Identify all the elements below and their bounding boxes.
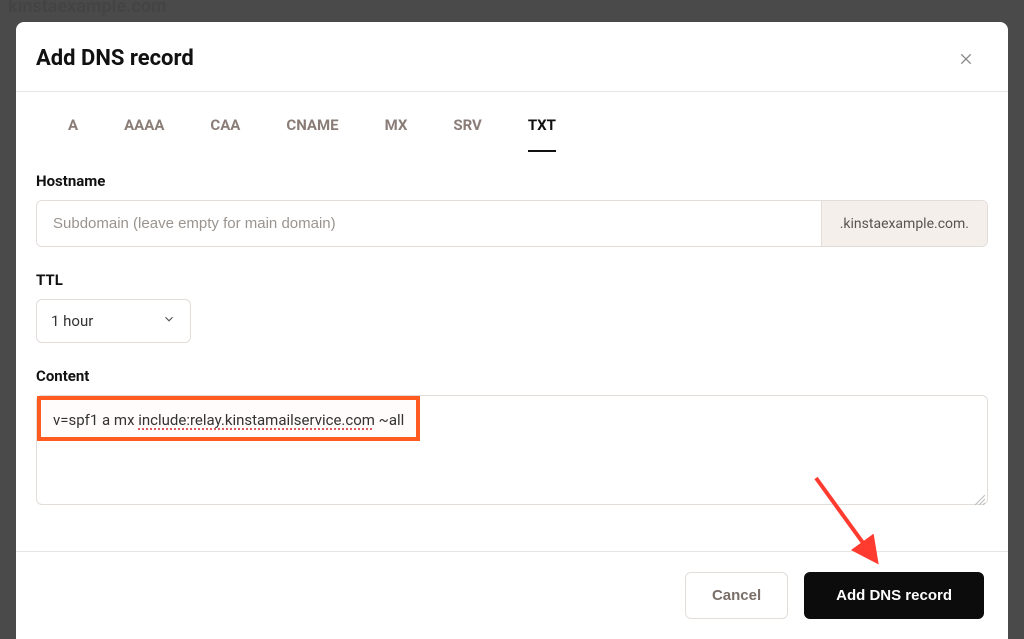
content-field-group: Content v=spf1 a mx include:relay.kinsta…: [36, 367, 988, 505]
add-dns-record-modal: Add DNS record A AAAA CAA CNAME MX SRV T…: [16, 22, 1008, 639]
tab-a[interactable]: A: [68, 116, 78, 152]
tab-txt[interactable]: TXT: [528, 116, 556, 152]
ttl-selected-value: 1 hour: [51, 312, 93, 330]
annotation-highlight-box: v=spf1 a mx include:relay.kinstamailserv…: [37, 396, 420, 441]
ttl-label: TTL: [36, 271, 988, 289]
tab-aaaa[interactable]: AAAA: [124, 116, 164, 152]
tab-caa[interactable]: CAA: [210, 116, 240, 152]
tab-cname[interactable]: CNAME: [286, 116, 338, 152]
hostname-suffix: .kinstaexample.com.: [821, 201, 987, 246]
hostname-label: Hostname: [36, 172, 988, 190]
tab-srv[interactable]: SRV: [453, 116, 482, 152]
modal-title: Add DNS record: [36, 46, 194, 71]
tab-mx[interactable]: MX: [385, 116, 408, 152]
content-label: Content: [36, 367, 988, 385]
resize-handle-icon[interactable]: [973, 490, 985, 502]
close-icon[interactable]: [956, 49, 976, 69]
form-body: Hostname .kinstaexample.com. TTL 1 hour …: [16, 152, 1008, 551]
chevron-down-icon: [162, 312, 176, 330]
hostname-input-wrap: .kinstaexample.com.: [36, 200, 988, 247]
cancel-button[interactable]: Cancel: [685, 572, 788, 619]
ttl-field-group: TTL 1 hour: [36, 271, 988, 343]
background-domain-title: kinstaexample.com: [8, 0, 167, 17]
hostname-input[interactable]: [37, 201, 821, 246]
ttl-select[interactable]: 1 hour: [36, 299, 191, 343]
hostname-field-group: Hostname .kinstaexample.com.: [36, 172, 988, 247]
record-type-tabs: A AAAA CAA CNAME MX SRV TXT: [16, 92, 1008, 152]
content-textarea[interactable]: v=spf1 a mx include:relay.kinstamailserv…: [36, 395, 988, 505]
modal-footer: Cancel Add DNS record: [16, 551, 1008, 639]
add-dns-record-button[interactable]: Add DNS record: [804, 572, 984, 619]
modal-header: Add DNS record: [16, 22, 1008, 91]
content-value: v=spf1 a mx include:relay.kinstamailserv…: [53, 411, 404, 429]
